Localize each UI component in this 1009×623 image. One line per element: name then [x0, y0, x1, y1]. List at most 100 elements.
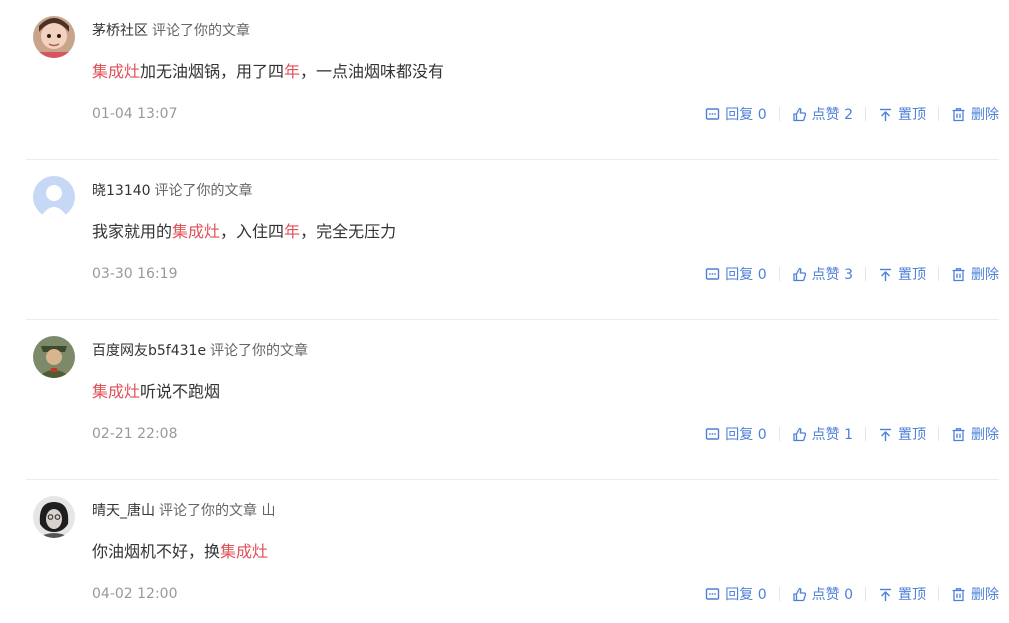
pin-label: 置顶	[898, 427, 926, 443]
content-text: ，入住四	[220, 222, 285, 241]
delete-label: 删除	[971, 267, 999, 283]
pin-button[interactable]: 置顶	[878, 424, 926, 444]
like-button[interactable]: 点赞 3	[792, 264, 853, 284]
thumbs-up-icon	[792, 107, 806, 121]
comment-header: 晓13140 评论了你的文章	[92, 180, 253, 200]
comment-actions: 回复 0 点赞 0 置顶 删除	[705, 584, 999, 604]
thumbs-up-icon	[792, 587, 806, 601]
username[interactable]: 晴天_唐山	[92, 503, 155, 519]
reply-icon	[706, 587, 720, 600]
separator	[778, 427, 780, 441]
separator	[778, 107, 780, 121]
pin-top-icon	[880, 108, 891, 121]
like-label: 点赞 2	[811, 107, 853, 123]
trash-icon	[952, 107, 965, 121]
pin-button[interactable]: 置顶	[878, 264, 926, 284]
comment-content: 你油烟机不好，换集成灶	[92, 538, 268, 562]
comment-header: 茅桥社区 评论了你的文章	[92, 20, 250, 40]
comment-actions: 回复 0 点赞 2 置顶 删除	[705, 104, 999, 124]
keyword-highlight: 集成灶	[220, 542, 269, 561]
comment-item: 茅桥社区 评论了你的文章 集成灶加无油烟锅，用了四年，一点油烟味都没有 01-04…	[0, 0, 1009, 160]
separator	[865, 427, 866, 441]
pin-top-icon	[880, 588, 891, 601]
keyword-highlight: 年	[284, 62, 301, 81]
delete-button[interactable]: 删除	[951, 104, 999, 124]
like-button[interactable]: 点赞 2	[792, 104, 853, 124]
avatar[interactable]	[33, 176, 75, 218]
separator	[865, 107, 866, 121]
avatar[interactable]	[33, 336, 75, 378]
action-text: 评论了你的文章	[152, 23, 250, 39]
trash-icon	[952, 267, 965, 281]
content-text: 你油烟机不好，换	[92, 542, 221, 561]
comment-item: 晴天_唐山 评论了你的文章 山 你油烟机不好，换集成灶 04-02 12:00 回…	[0, 480, 1009, 623]
action-text: 评论了你的文章 山	[159, 503, 276, 519]
action-text: 评论了你的文章	[154, 183, 253, 199]
reply-label: 回复 0	[725, 587, 767, 603]
comment-content: 集成灶听说不跑烟	[92, 378, 220, 402]
action-text: 评论了你的文章	[210, 343, 309, 359]
separator	[938, 587, 939, 601]
thumbs-up-icon	[792, 427, 806, 441]
separator	[938, 427, 939, 441]
delete-label: 删除	[971, 427, 999, 443]
delete-label: 删除	[971, 587, 999, 603]
username[interactable]: 茅桥社区	[92, 23, 148, 39]
keyword-highlight: 集成灶	[172, 222, 221, 241]
pin-label: 置顶	[898, 107, 926, 123]
pin-button[interactable]: 置顶	[878, 104, 926, 124]
comment-time: 01-04 13:07	[92, 106, 178, 122]
separator	[938, 107, 939, 121]
comment-content: 我家就用的集成灶，入住四年，完全无压力	[92, 218, 396, 242]
delete-label: 删除	[971, 107, 999, 123]
content-text: 我家就用的	[92, 222, 173, 241]
pin-label: 置顶	[898, 267, 926, 283]
like-button[interactable]: 点赞 0	[792, 584, 853, 604]
separator	[778, 267, 780, 281]
keyword-highlight: 集成灶	[92, 62, 141, 81]
separator	[938, 267, 939, 281]
delete-button[interactable]: 删除	[951, 264, 999, 284]
like-label: 点赞 3	[811, 267, 853, 283]
comment-actions: 回复 0 点赞 1 置顶 删除	[705, 424, 999, 444]
reply-icon	[706, 107, 720, 120]
comment-time: 04-02 12:00	[92, 586, 178, 602]
reply-label: 回复 0	[725, 267, 767, 283]
comment-time: 03-30 16:19	[92, 266, 178, 282]
like-label: 点赞 0	[811, 587, 853, 603]
separator	[865, 267, 866, 281]
comment-content: 集成灶加无油烟锅，用了四年，一点油烟味都没有	[92, 58, 444, 82]
reply-icon	[706, 267, 720, 280]
username[interactable]: 百度网友b5f431e	[92, 343, 206, 359]
content-text: 加无油烟锅，用了四	[140, 62, 285, 81]
avatar[interactable]	[33, 16, 75, 58]
pin-label: 置顶	[898, 587, 926, 603]
content-text: ，一点油烟味都没有	[300, 62, 445, 81]
comment-item: 晓13140 评论了你的文章 我家就用的集成灶，入住四年，完全无压力 03-30 …	[0, 160, 1009, 320]
reply-button[interactable]: 回复 0	[705, 264, 767, 284]
avatar[interactable]	[33, 496, 75, 538]
reply-button[interactable]: 回复 0	[705, 104, 767, 124]
thumbs-up-icon	[792, 267, 806, 281]
delete-button[interactable]: 删除	[951, 584, 999, 604]
comment-header: 晴天_唐山 评论了你的文章 山	[92, 500, 275, 520]
like-button[interactable]: 点赞 1	[792, 424, 853, 444]
keyword-highlight: 年	[284, 222, 301, 241]
pin-button[interactable]: 置顶	[878, 584, 926, 604]
reply-button[interactable]: 回复 0	[705, 584, 767, 604]
separator	[865, 587, 866, 601]
comment-item: 百度网友b5f431e 评论了你的文章 集成灶听说不跑烟 02-21 22:08 …	[0, 320, 1009, 480]
content-text: 听说不跑烟	[140, 382, 221, 401]
keyword-highlight: 集成灶	[92, 382, 141, 401]
comment-header: 百度网友b5f431e 评论了你的文章	[92, 340, 308, 360]
reply-icon	[706, 427, 720, 440]
content-text: ，完全无压力	[300, 222, 397, 241]
reply-button[interactable]: 回复 0	[705, 424, 767, 444]
pin-top-icon	[880, 428, 891, 441]
trash-icon	[952, 427, 965, 441]
delete-button[interactable]: 删除	[951, 424, 999, 444]
comment-actions: 回复 0 点赞 3 置顶 删除	[705, 264, 999, 284]
username[interactable]: 晓13140	[92, 183, 151, 199]
pin-top-icon	[880, 268, 891, 281]
trash-icon	[952, 587, 965, 601]
